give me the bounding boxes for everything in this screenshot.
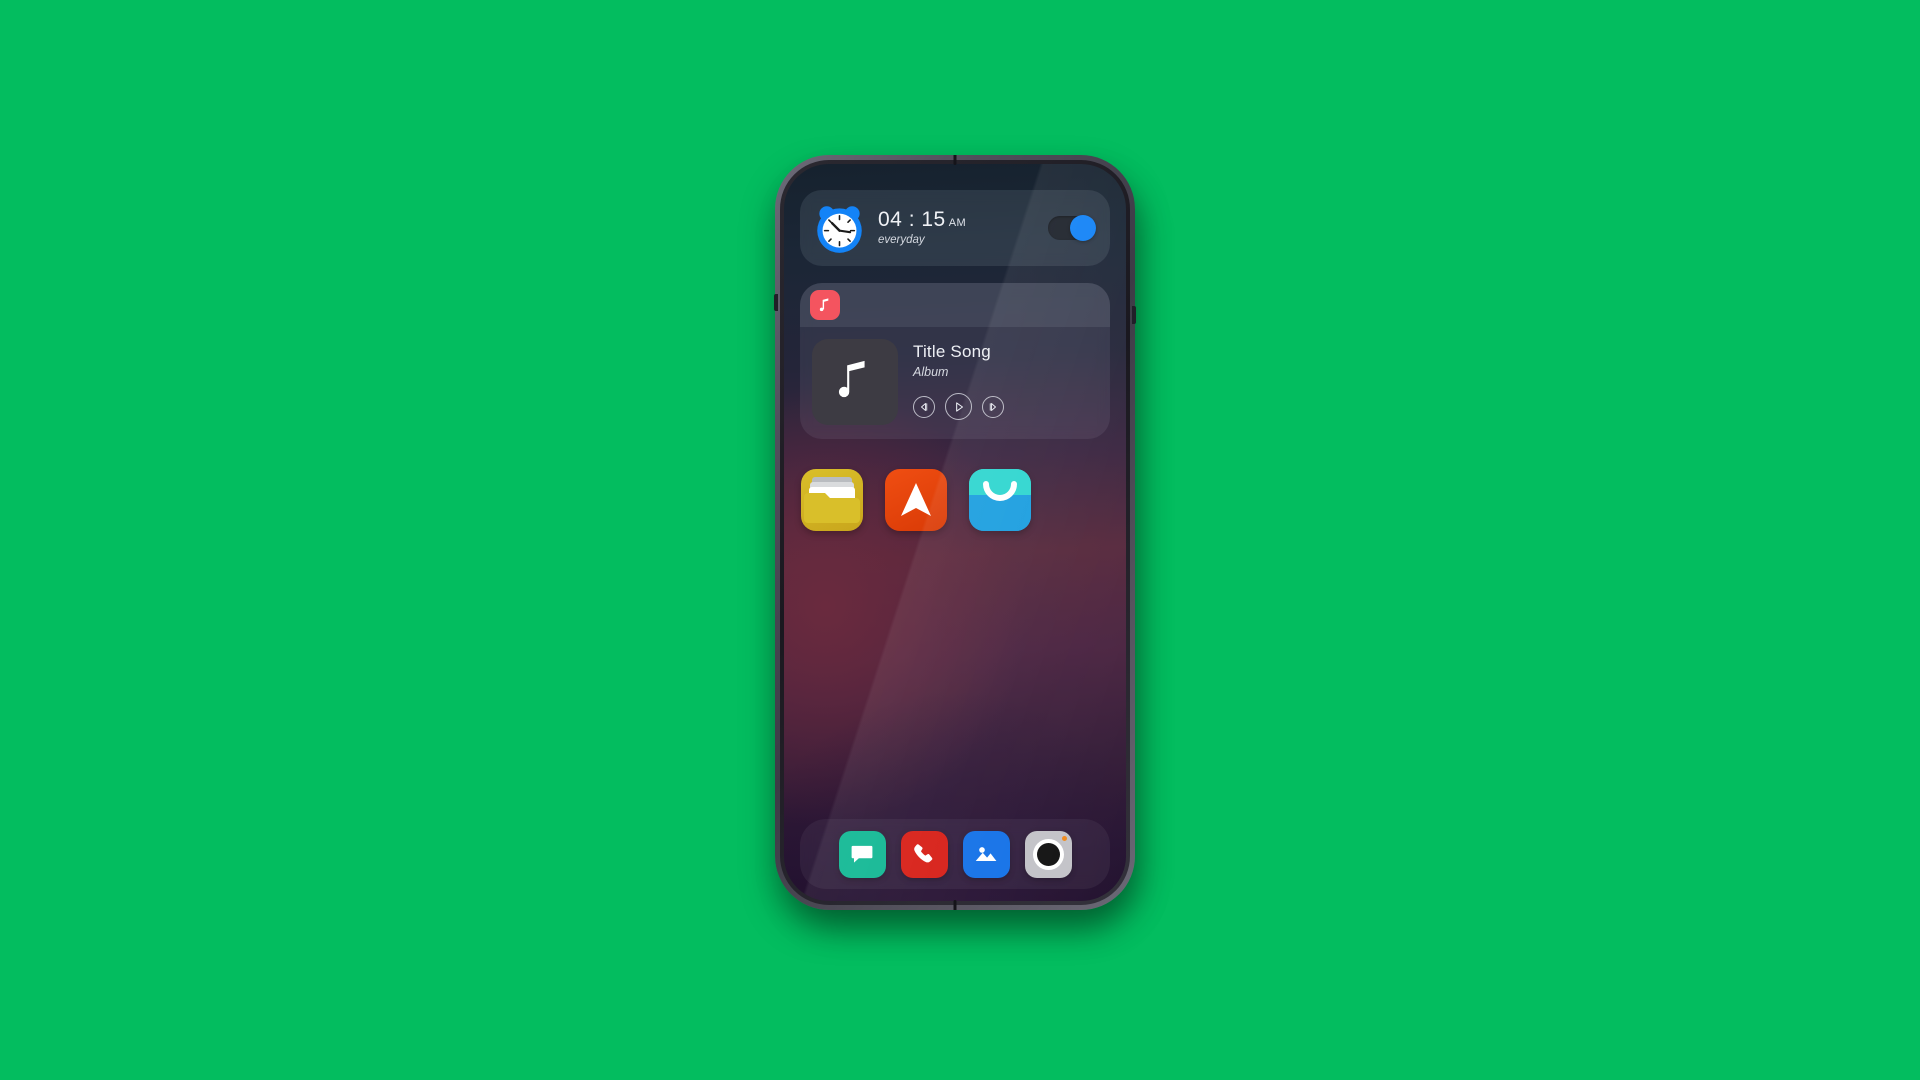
camera-lens-icon	[1032, 838, 1064, 870]
dock-icon-gallery[interactable]	[962, 830, 1010, 878]
music-note-icon[interactable]	[810, 290, 840, 320]
phone-mockup: 04 : 15 AM everyday Title Song Album	[774, 155, 1145, 927]
dock-icon-camera[interactable]	[1024, 830, 1072, 878]
home-screen: 04 : 15 AM everyday Title Song Album	[784, 164, 1126, 901]
phone-frame: 04 : 15 AM everyday Title Song Album	[774, 155, 1136, 910]
alarm-toggle-switch[interactable]	[1048, 215, 1096, 241]
alarm-meridiem: AM	[948, 217, 967, 230]
phone-antenna-band-top	[953, 155, 957, 165]
camera-lens-inner	[1036, 842, 1060, 866]
phone-side-button-right[interactable]	[1132, 306, 1136, 324]
app-icon-grid	[800, 469, 1110, 531]
alarm-repeat-label: everyday	[878, 234, 925, 247]
phone-screen: 04 : 15 AM everyday Title Song Album	[784, 164, 1126, 901]
playback-controls	[913, 393, 1098, 420]
alarm-widget[interactable]: 04 : 15 AM everyday	[800, 190, 1110, 266]
camera-badge-dot	[1061, 835, 1067, 841]
album-art[interactable]	[812, 339, 898, 425]
alarm-info: 04 : 15 AM everyday	[878, 209, 1036, 247]
phone-side-button-left[interactable]	[774, 294, 778, 311]
alarm-time-row: 04 : 15 AM	[878, 209, 1036, 230]
app-icon-navigation[interactable]	[885, 469, 947, 531]
phone-antenna-band-bottom	[953, 900, 957, 910]
app-icon-files[interactable]	[801, 469, 863, 531]
phone-inner-bezel: 04 : 15 AM everyday Title Song Album	[780, 160, 1130, 905]
dock-icon-messages[interactable]	[838, 830, 886, 878]
next-button[interactable]	[982, 395, 1004, 418]
dock-icon-phone[interactable]	[900, 830, 948, 878]
alarm-toggle-knob	[1070, 215, 1096, 241]
alarm-clock-icon	[813, 202, 866, 255]
music-widget-header	[800, 283, 1110, 327]
song-album: Album	[913, 365, 949, 379]
alarm-time-value: 04 : 15	[878, 208, 946, 232]
previous-button[interactable]	[913, 395, 935, 418]
song-title: Title Song	[913, 342, 991, 361]
music-widget[interactable]: Title Song Album	[800, 283, 1110, 439]
play-button[interactable]	[945, 393, 972, 420]
app-icon-store[interactable]	[969, 469, 1031, 531]
home-screen-spacer	[800, 531, 1110, 819]
music-widget-body: Title Song Album	[800, 327, 1110, 439]
dock	[800, 819, 1110, 889]
music-metadata: Title Song Album	[913, 339, 1098, 425]
